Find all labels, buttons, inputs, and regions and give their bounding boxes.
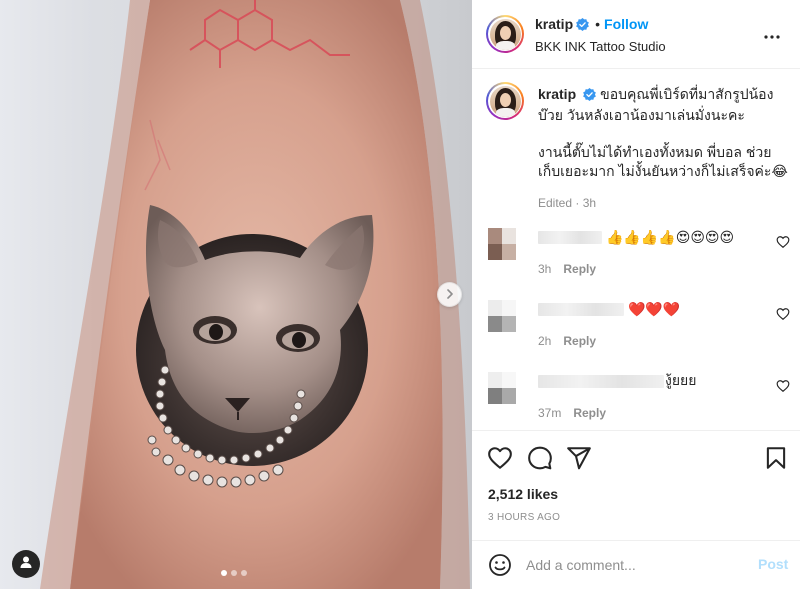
comment-item: ❤️❤️❤️ 2h Reply (486, 300, 790, 360)
user-tag-icon (19, 555, 33, 574)
caption-text-line: บ๊วย วันหลังเอาน้องมาเล่นมั่งนะคะ (538, 107, 745, 123)
comment-icon (527, 446, 553, 475)
more-options-button[interactable] (760, 25, 784, 45)
caption-text-line: เก็บเยอะมาก ไม่งั้นยันหว่างก็ไม่เสร็จค่ะ… (538, 163, 788, 179)
user-tags-button[interactable] (12, 550, 40, 578)
emoji-icon (488, 554, 512, 581)
share-button[interactable] (566, 445, 592, 471)
post-header: kratip • Follow BKK INK Tattoo Studio (472, 0, 800, 69)
comment-input[interactable] (526, 553, 746, 577)
commenter-avatar[interactable] (488, 228, 516, 260)
comment-text: 👍👍👍👍😍😍😍😍 (606, 228, 735, 245)
commenter-username-blurred[interactable] (538, 230, 602, 244)
reply-button[interactable]: Reply (563, 262, 596, 276)
post-comment-button[interactable]: Post (758, 556, 788, 572)
tattoo-photo-image (40, 0, 470, 589)
comment-like-heart-icon[interactable] (776, 307, 790, 321)
comment-text: งู้ยยย (665, 372, 697, 388)
comment-time: 3h (538, 262, 552, 276)
commenter-username-blurred[interactable] (538, 302, 624, 316)
caption-edited-time: Edited · 3h (538, 196, 597, 210)
post-side-panel: kratip • Follow BKK INK Tattoo Studio krat… (472, 0, 800, 589)
carousel-dot-active (221, 570, 227, 576)
post-timestamp[interactable]: 3 HOURS AGO (488, 512, 560, 523)
next-photo-button[interactable] (437, 282, 462, 307)
save-button[interactable] (763, 445, 789, 471)
comment-item: งู้ยยย 37m Reply (486, 372, 790, 430)
comment-like-heart-icon[interactable] (776, 379, 790, 393)
caption-text-line: ขอบคุณพี่เบิร์ดที่มาสักรูปน้อง (600, 86, 774, 102)
comments-list[interactable]: kratip ขอบคุณพี่เบิร์ดที่มาสักรูปน้อง บ๊ว… (472, 70, 800, 430)
post-actions: 2,512 likes 3 HOURS AGO (472, 430, 800, 540)
comment-like-heart-icon[interactable] (776, 235, 790, 249)
like-button[interactable] (487, 445, 513, 471)
caption-text-line: งานนี้ตั๊บไม่ได้ทำเองทั้งหมด พี่บอล ช่วย (538, 144, 772, 160)
carousel-indicator (221, 570, 247, 576)
verified-badge-icon (576, 18, 589, 36)
comment-text: ❤️❤️❤️ (628, 300, 681, 317)
heart-icon (487, 447, 513, 475)
caption-username[interactable]: kratip (538, 86, 576, 102)
author-username[interactable]: kratip (535, 16, 573, 32)
reply-button[interactable]: Reply (573, 406, 606, 420)
chevron-right-icon (445, 286, 455, 304)
location-link[interactable]: BKK INK Tattoo Studio (535, 39, 666, 54)
avatar[interactable] (486, 15, 524, 53)
follow-button[interactable]: Follow (604, 16, 648, 32)
avatar[interactable] (486, 82, 524, 120)
emoji-button[interactable] (488, 553, 512, 577)
comment-time: 37m (538, 406, 562, 420)
share-icon (566, 447, 592, 475)
reply-button[interactable]: Reply (563, 334, 596, 348)
commenter-avatar[interactable] (488, 300, 516, 332)
carousel-dot (241, 570, 247, 576)
comment-item: 👍👍👍👍😍😍😍😍 3h Reply (486, 228, 790, 288)
bookmark-icon (763, 447, 789, 475)
add-comment-bar: Post (472, 540, 800, 589)
comment-button[interactable] (527, 445, 553, 471)
comment-time: 2h (538, 334, 552, 348)
carousel-dot (231, 570, 237, 576)
separator-dot: • (595, 16, 601, 32)
more-horizontal-icon (764, 26, 780, 44)
verified-badge-icon (583, 87, 596, 106)
likes-count[interactable]: 2,512 likes (488, 486, 558, 502)
commenter-avatar[interactable] (488, 372, 516, 404)
commenter-username-blurred[interactable] (538, 374, 664, 388)
post-photo[interactable] (0, 0, 472, 589)
